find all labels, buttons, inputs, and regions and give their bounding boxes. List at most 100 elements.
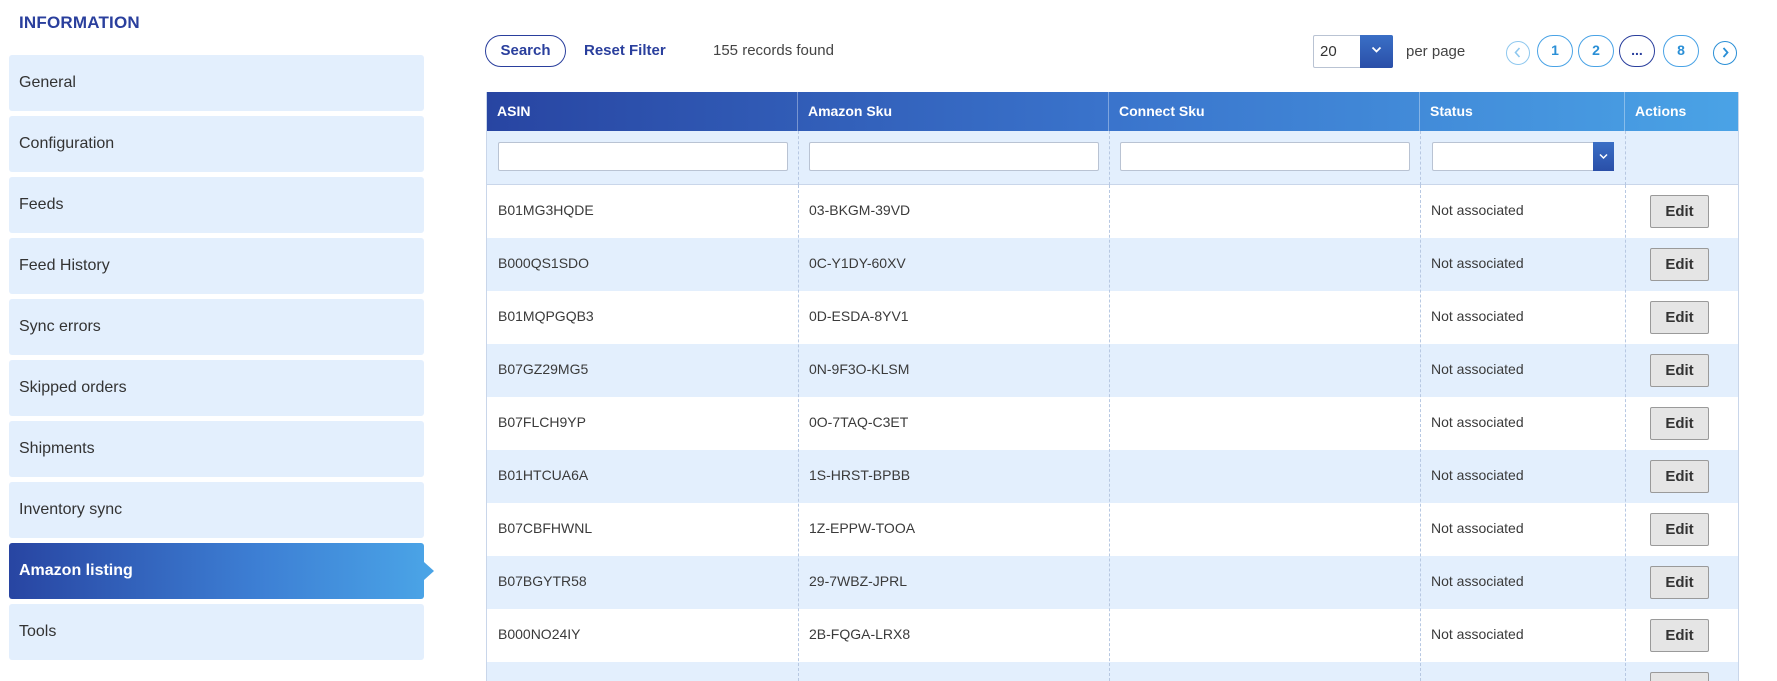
sidebar-item-label: Skipped orders: [19, 379, 127, 396]
edit-button[interactable]: Edit: [1650, 672, 1709, 681]
page-button-2[interactable]: 2: [1578, 35, 1614, 67]
sidebar-item-label: Shipments: [19, 440, 95, 457]
chevron-down-icon: [1360, 35, 1393, 68]
amazon-sku-filter-input[interactable]: [809, 142, 1099, 171]
cell-amazon-sku: 1S-HRST-BPBB: [809, 467, 911, 483]
page-ellipsis-button[interactable]: ...: [1619, 35, 1655, 67]
header-connect-sku[interactable]: Connect Sku: [1109, 92, 1420, 131]
sidebar-item-feed-history[interactable]: Feed History: [9, 238, 424, 294]
cell-status: Not associated: [1431, 573, 1524, 589]
table-row: B07CBFHWNL 1Z-EPPW-TOOA Not associated Edit: [487, 503, 1738, 556]
per-page-label: per page: [1406, 43, 1466, 60]
cell-asin: B07CBFHWNL: [498, 520, 593, 536]
chevron-down-icon: [1593, 142, 1614, 171]
cell-status: Not associated: [1431, 361, 1524, 377]
cell-asin: B01HTCUA6A: [498, 467, 589, 483]
table-row: B01MQPGQB3 0D-ESDA-8YV1 Not associated Edit: [487, 291, 1738, 344]
column-divider: [1420, 131, 1421, 185]
cell-asin: B07GZ29MG5: [498, 361, 589, 377]
cell-asin: B07BGYTR58: [498, 573, 587, 589]
column-divider: [798, 185, 799, 681]
sidebar-item-label: Inventory sync: [19, 501, 123, 518]
sidebar-item-label: Configuration: [19, 135, 115, 152]
page-button-8[interactable]: 8: [1663, 35, 1699, 67]
sidebar-item-feeds[interactable]: Feeds: [9, 177, 424, 233]
table-row: B07BGYTR58 29-7WBZ-JPRL Not associated Edit: [487, 556, 1738, 609]
cell-asin: B01MQPGQB3: [498, 308, 594, 324]
cell-status: Not associated: [1431, 308, 1524, 324]
search-button[interactable]: Search: [485, 35, 566, 67]
chevron-left-icon[interactable]: [1506, 41, 1530, 65]
table-row: B07FLCH9YP 0O-7TAQ-C3ET Not associated Edit: [487, 397, 1738, 450]
edit-button[interactable]: Edit: [1650, 619, 1709, 652]
listing-table: ASIN Amazon Sku Connect Sku Status Actio…: [486, 92, 1739, 681]
table-row: B000QS1SDO 0C-Y1DY-60XV Not associated Edit: [487, 238, 1738, 291]
column-divider: [1109, 185, 1110, 681]
sidebar-item-label: Feed History: [19, 257, 110, 274]
header-amazon-sku[interactable]: Amazon Sku: [798, 92, 1109, 131]
cell-status: Not associated: [1431, 467, 1524, 483]
cell-asin: B07FLCH9YP: [498, 414, 586, 430]
sidebar-title: INFORMATION: [19, 13, 140, 32]
cell-amazon-sku: 0D-ESDA-8YV1: [809, 308, 909, 324]
sidebar-item-sync-errors[interactable]: Sync errors: [9, 299, 424, 355]
sidebar-item-tools[interactable]: Tools: [9, 604, 424, 660]
sidebar-item-amazon-listing[interactable]: Amazon listing: [9, 543, 434, 599]
sidebar-item-inventory-sync[interactable]: Inventory sync: [9, 482, 424, 538]
cell-amazon-sku: 03-BKGM-39VD: [809, 202, 911, 218]
cell-status: Not associated: [1431, 202, 1524, 218]
filter-row: [487, 131, 1738, 185]
table-row: B01HTCUA6A 1S-HRST-BPBB Not associated Edit: [487, 450, 1738, 503]
edit-button[interactable]: Edit: [1650, 460, 1709, 493]
column-divider: [1625, 185, 1626, 681]
cell-status: Not associated: [1431, 626, 1524, 642]
sidebar-item-label: Amazon listing: [19, 562, 133, 579]
edit-button[interactable]: Edit: [1650, 513, 1709, 546]
table-row: B06XVDKNYH2D-L41G-DXZNNot associatedEdit: [487, 662, 1738, 681]
column-divider: [1625, 131, 1626, 185]
cell-amazon-sku: 0O-7TAQ-C3ET: [809, 414, 909, 430]
column-divider: [798, 131, 799, 185]
edit-button[interactable]: Edit: [1650, 354, 1709, 387]
cell-status: Not associated: [1431, 520, 1524, 536]
cell-asin: B000NO24IY: [498, 626, 581, 642]
sidebar-item-skipped-orders[interactable]: Skipped orders: [9, 360, 424, 416]
cell-amazon-sku: 0N-9F3O-KLSM: [809, 361, 910, 377]
cell-status: Not associated: [1431, 414, 1524, 430]
table-row: B07GZ29MG5 0N-9F3O-KLSM Not associated Edit: [487, 344, 1738, 397]
sidebar-item-configuration[interactable]: Configuration: [9, 116, 424, 172]
cell-asin: B000QS1SDO: [498, 255, 590, 271]
column-divider: [1109, 131, 1110, 185]
table-row: B000NO24IY 2B-FQGA-LRX8 Not associated Edit: [487, 609, 1738, 662]
cell-asin: B01MG3HQDE: [498, 202, 594, 218]
per-page-value: 20: [1320, 43, 1337, 60]
sidebar-item-shipments[interactable]: Shipments: [9, 421, 424, 477]
header-actions: Actions: [1635, 103, 1687, 119]
sidebar-item-label: General: [19, 74, 76, 91]
header-asin[interactable]: ASIN: [487, 92, 798, 131]
per-page-select[interactable]: 20: [1313, 35, 1393, 68]
sidebar-item-label: Tools: [19, 623, 57, 640]
connect-sku-filter-input[interactable]: [1120, 142, 1410, 171]
cell-amazon-sku: 0C-Y1DY-60XV: [809, 255, 906, 271]
page-button-1[interactable]: 1: [1537, 35, 1573, 67]
asin-filter-input[interactable]: [498, 142, 788, 171]
column-divider: [1420, 185, 1421, 681]
header-status[interactable]: Status: [1420, 92, 1625, 131]
chevron-right-icon[interactable]: [1713, 41, 1737, 65]
records-count: 155 records found: [713, 42, 834, 59]
sidebar-item-general[interactable]: General: [9, 55, 424, 111]
edit-button[interactable]: Edit: [1650, 407, 1709, 440]
cell-amazon-sku: 1Z-EPPW-TOOA: [809, 520, 916, 536]
edit-button[interactable]: Edit: [1650, 248, 1709, 281]
cell-amazon-sku: 2B-FQGA-LRX8: [809, 626, 911, 642]
sidebar-item-label: Sync errors: [19, 318, 101, 335]
cell-amazon-sku: 29-7WBZ-JPRL: [809, 573, 908, 589]
edit-button[interactable]: Edit: [1650, 301, 1709, 334]
edit-button[interactable]: Edit: [1650, 566, 1709, 599]
sidebar-item-label: Feeds: [19, 196, 64, 213]
reset-filter-button[interactable]: Reset Filter: [584, 42, 666, 59]
table-row: B01MG3HQDE 03-BKGM-39VD Not associated Edit: [487, 185, 1738, 238]
edit-button[interactable]: Edit: [1650, 195, 1709, 228]
status-filter-select[interactable]: [1432, 142, 1614, 171]
